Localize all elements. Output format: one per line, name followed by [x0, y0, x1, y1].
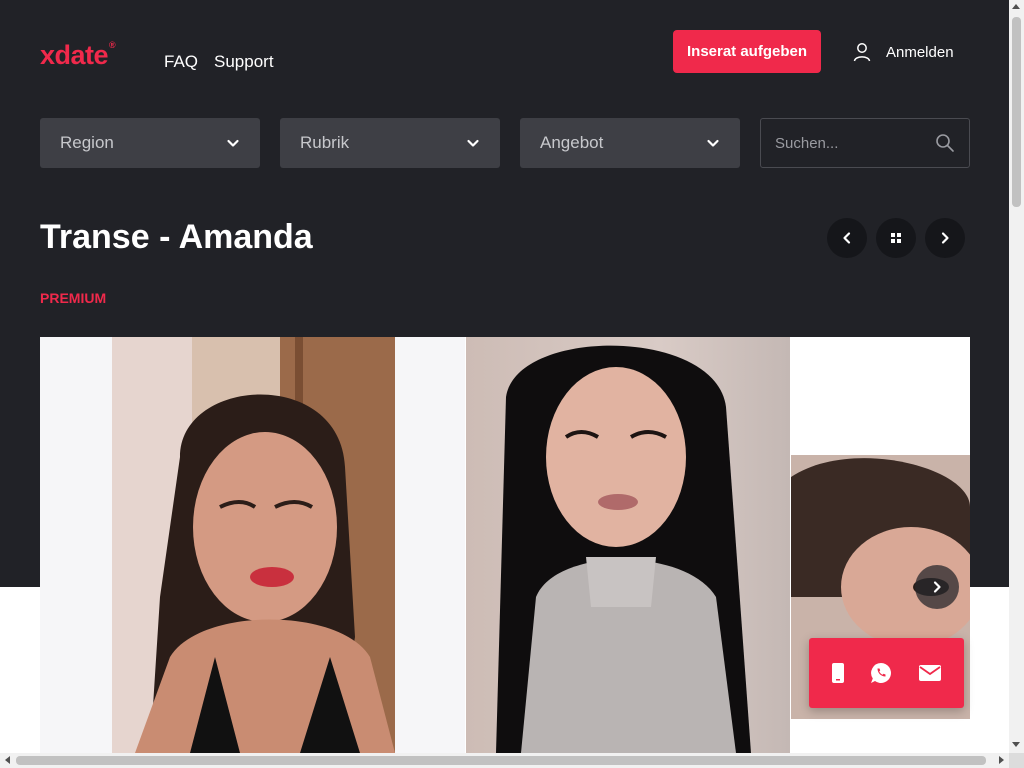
search-input[interactable]	[775, 134, 925, 152]
previous-listing-button[interactable]	[827, 218, 867, 258]
gallery-photo-2[interactable]	[466, 337, 790, 753]
login-label: Anmelden	[886, 43, 954, 61]
rubrik-select[interactable]: Rubrik	[280, 118, 500, 168]
logo-text: xdate	[40, 40, 109, 70]
chevron-right-icon	[933, 581, 941, 593]
login-link[interactable]: Anmelden	[852, 38, 954, 66]
horizontal-scroll-thumb[interactable]	[16, 756, 986, 765]
portrait-image	[496, 345, 751, 753]
chevron-down-icon	[467, 139, 479, 147]
listing-title: Transe - Amanda	[40, 218, 313, 256]
chevron-left-icon	[843, 232, 851, 244]
chevron-down-icon	[707, 139, 719, 147]
logo[interactable]: xdate®	[40, 40, 116, 71]
vertical-scrollbar[interactable]	[1009, 0, 1024, 753]
rubrik-select-value: Rubrik	[300, 133, 350, 152]
gallery-photo-1[interactable]	[40, 337, 465, 753]
logo-mark: ®	[109, 40, 116, 50]
vertical-scroll-thumb[interactable]	[1012, 17, 1021, 207]
phone-icon	[832, 663, 845, 683]
main-nav: FAQ Support	[164, 52, 274, 72]
search-box	[760, 118, 970, 168]
user-icon	[853, 43, 871, 62]
scroll-down-arrow[interactable]	[1012, 742, 1020, 747]
contact-bar	[809, 638, 964, 708]
nav-link-support[interactable]: Support	[214, 52, 274, 72]
chevron-down-icon	[227, 139, 239, 147]
post-ad-button[interactable]: Inserat aufgeben	[673, 30, 821, 73]
premium-badge: PREMIUM	[40, 290, 107, 306]
grid-view-button[interactable]	[876, 218, 916, 258]
nav-link-faq[interactable]: FAQ	[164, 52, 198, 72]
portrait-image	[112, 337, 395, 753]
chevron-right-icon	[941, 232, 949, 244]
page: xdate® FAQ Support Inserat aufgeben Anme…	[0, 0, 1009, 753]
scroll-right-arrow[interactable]	[999, 756, 1004, 764]
scroll-up-arrow[interactable]	[1012, 4, 1020, 9]
region-select[interactable]: Region	[40, 118, 260, 168]
next-listing-button[interactable]	[925, 218, 965, 258]
whatsapp-button[interactable]	[869, 661, 893, 685]
scroll-left-arrow[interactable]	[5, 756, 10, 764]
whatsapp-icon	[871, 663, 892, 683]
angebot-select[interactable]: Angebot	[520, 118, 740, 168]
search-icon[interactable]	[935, 133, 955, 153]
region-select-value: Region	[60, 133, 114, 152]
mail-icon	[918, 665, 941, 681]
phone-button[interactable]	[831, 662, 845, 684]
grid-icon	[891, 233, 901, 243]
scrollbar-corner	[1009, 753, 1024, 768]
gallery-next-button[interactable]	[915, 565, 959, 609]
angebot-select-value: Angebot	[540, 133, 604, 152]
email-button[interactable]	[918, 664, 942, 682]
horizontal-scrollbar[interactable]	[0, 753, 1009, 768]
